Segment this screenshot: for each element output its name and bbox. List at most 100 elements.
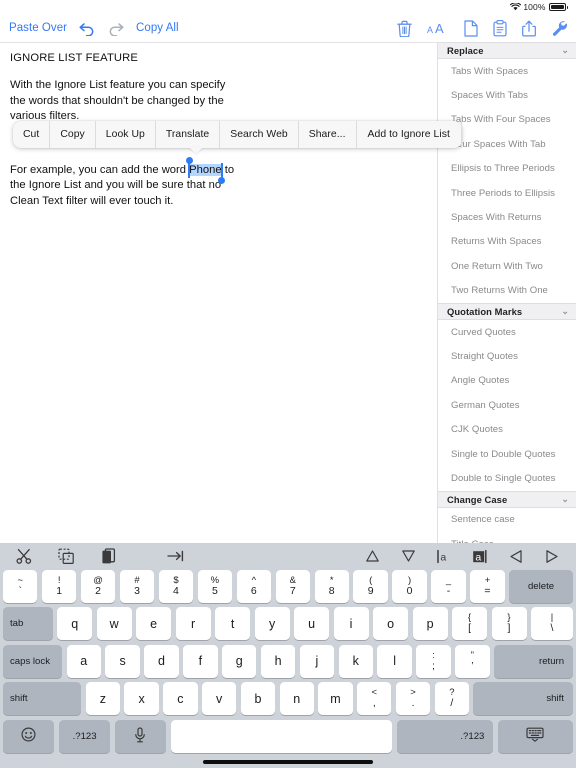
copy-all-button[interactable]: Copy All bbox=[136, 22, 179, 34]
sidebar-item-sentence-case[interactable]: Sentence case bbox=[438, 508, 576, 532]
key-h[interactable]: h bbox=[260, 644, 296, 678]
chevron-down-icon[interactable]: ⌄ bbox=[561, 494, 569, 504]
key-b[interactable]: b bbox=[240, 682, 276, 716]
key-6[interactable]: ^ 6 bbox=[236, 569, 272, 603]
undo-arrow-icon[interactable] bbox=[78, 21, 96, 36]
key-spacebar[interactable] bbox=[170, 719, 393, 753]
key-o[interactable]: o bbox=[373, 607, 409, 641]
key-f[interactable]: f bbox=[183, 644, 218, 678]
key-r[interactable]: r bbox=[175, 607, 211, 641]
key-z[interactable]: z bbox=[85, 682, 120, 716]
context-menu-item-cut[interactable]: Cut bbox=[13, 121, 51, 148]
select-right-text-icon[interactable]: a bbox=[470, 546, 490, 566]
sidebar-item-ellipsis-to-three-periods[interactable]: Ellipsis to Three Periods bbox=[438, 157, 576, 181]
sidebar-item-spaces-with-tabs[interactable]: Spaces With Tabs bbox=[438, 83, 576, 107]
key-return[interactable]: return bbox=[494, 644, 574, 678]
key-w[interactable]: w bbox=[96, 607, 132, 641]
key-d[interactable]: d bbox=[144, 644, 179, 678]
sidebar-item-returns-with-spaces[interactable]: Returns With Spaces bbox=[438, 230, 576, 254]
key-j[interactable]: j bbox=[299, 644, 335, 678]
key-emoji[interactable] bbox=[3, 719, 55, 753]
key-5[interactable]: % 5 bbox=[197, 569, 233, 603]
key-y[interactable]: y bbox=[254, 607, 290, 641]
triangle-up-icon[interactable] bbox=[362, 546, 382, 566]
key-l[interactable]: l bbox=[377, 644, 412, 678]
key-comma[interactable]: <, bbox=[357, 682, 392, 716]
key-e[interactable]: e bbox=[136, 607, 172, 641]
home-indicator[interactable] bbox=[203, 759, 373, 764]
key-backtick[interactable]: ~ ` bbox=[3, 569, 38, 603]
text-size-icon[interactable]: AA bbox=[427, 21, 449, 36]
sidebar-item-cjk-quotes[interactable]: CJK Quotes bbox=[438, 417, 576, 441]
copy-icon[interactable] bbox=[56, 546, 76, 566]
triangle-left-icon[interactable] bbox=[506, 546, 526, 566]
key-4[interactable]: $4 bbox=[158, 569, 194, 603]
key-bracket-left[interactable]: {[ bbox=[452, 607, 488, 641]
sidebar-item-curved-quotes[interactable]: Curved Quotes bbox=[438, 320, 576, 344]
sidebar-item-single-to-double-quotes[interactable]: Single to Double Quotes bbox=[438, 442, 576, 466]
key-u[interactable]: u bbox=[294, 607, 330, 641]
key-1[interactable]: ! 1 bbox=[41, 569, 77, 603]
trash-icon[interactable] bbox=[397, 20, 412, 37]
key-shift-left[interactable]: shift bbox=[3, 682, 82, 716]
sidebar-item-one-return-with-two[interactable]: One Return With Two bbox=[438, 254, 576, 278]
sidebar-item-two-returns-with-one[interactable]: Two Returns With One bbox=[438, 279, 576, 303]
clipboard-icon[interactable] bbox=[493, 19, 507, 37]
chevron-down-icon[interactable]: ⌄ bbox=[561, 46, 569, 55]
triangle-down-icon[interactable] bbox=[398, 546, 418, 566]
key-v[interactable]: v bbox=[202, 682, 237, 716]
key-numeric-right[interactable]: .?123 bbox=[396, 719, 494, 753]
key-quote[interactable]: ”’ bbox=[455, 644, 490, 678]
key-equals[interactable]: + = bbox=[470, 569, 505, 603]
wrench-icon[interactable] bbox=[551, 20, 567, 37]
share-icon[interactable] bbox=[522, 20, 536, 37]
key-bracket-right[interactable]: }] bbox=[491, 607, 527, 641]
selection-handle-right[interactable] bbox=[218, 162, 226, 184]
sidebar-item-straight-quotes[interactable]: Straight Quotes bbox=[438, 344, 576, 368]
key-t[interactable]: t bbox=[215, 607, 251, 641]
key-i[interactable]: i bbox=[333, 607, 369, 641]
key-delete[interactable]: delete bbox=[509, 569, 573, 603]
select-left-text-icon[interactable]: a bbox=[434, 546, 454, 566]
key-numeric-left[interactable]: .?123 bbox=[58, 719, 111, 753]
key-k[interactable]: k bbox=[338, 644, 373, 678]
sidebar-item-three-periods-to-ellipsis[interactable]: Three Periods to Ellipsis bbox=[438, 181, 576, 205]
key-microphone[interactable] bbox=[114, 719, 167, 753]
triangle-right-icon[interactable] bbox=[542, 546, 562, 566]
chevron-down-icon[interactable]: ⌄ bbox=[561, 306, 569, 316]
key-shift-right[interactable]: shift bbox=[473, 682, 573, 716]
key-x[interactable]: x bbox=[124, 682, 159, 716]
tab-indent-icon[interactable] bbox=[166, 546, 186, 566]
key-9[interactable]: (9 bbox=[353, 569, 388, 603]
sidebar-item-double-to-single-quotes[interactable]: Double to Single Quotes bbox=[438, 466, 576, 490]
key-q[interactable]: q bbox=[57, 607, 93, 641]
context-menu-item-add-to-ignore-list[interactable]: Add to Ignore List bbox=[357, 121, 462, 148]
key-0[interactable]: ) 0 bbox=[392, 569, 427, 603]
key-a[interactable]: a bbox=[66, 644, 101, 678]
key-s[interactable]: s bbox=[105, 644, 140, 678]
key-p[interactable]: p bbox=[412, 607, 448, 641]
key-slash[interactable]: ? / bbox=[434, 682, 469, 716]
paste-icon[interactable] bbox=[98, 546, 118, 566]
document-icon[interactable] bbox=[464, 19, 478, 37]
key-dismiss-keyboard[interactable] bbox=[497, 719, 573, 753]
redo-arrow-icon[interactable] bbox=[107, 21, 125, 36]
sidebar-item-tabs-with-spaces[interactable]: Tabs With Spaces bbox=[438, 59, 576, 83]
sidebar-section-header-replace[interactable]: Replace ⌄ bbox=[438, 42, 576, 59]
sidebar-item-angle-quotes[interactable]: Angle Quotes bbox=[438, 369, 576, 393]
key-7[interactable]: & 7 bbox=[275, 569, 310, 603]
key-8[interactable]: * 8 bbox=[314, 569, 349, 603]
key-2[interactable]: @2 bbox=[80, 569, 116, 603]
key-backslash[interactable]: | \ bbox=[531, 607, 573, 641]
key-caps-lock[interactable]: caps lock bbox=[3, 644, 63, 678]
key-c[interactable]: c bbox=[163, 682, 198, 716]
key-m[interactable]: m bbox=[318, 682, 353, 716]
context-menu-item-search-web[interactable]: Search Web bbox=[220, 121, 299, 148]
key-minus[interactable]: _ - bbox=[431, 569, 466, 603]
paste-over-button[interactable]: Paste Over bbox=[9, 22, 67, 34]
key-n[interactable]: n bbox=[279, 682, 314, 716]
sidebar-item-spaces-with-returns[interactable]: Spaces With Returns bbox=[438, 205, 576, 229]
key-semicolon[interactable]: :; bbox=[416, 644, 451, 678]
selection-handle-left[interactable] bbox=[185, 156, 193, 178]
key-period[interactable]: >. bbox=[395, 682, 431, 716]
